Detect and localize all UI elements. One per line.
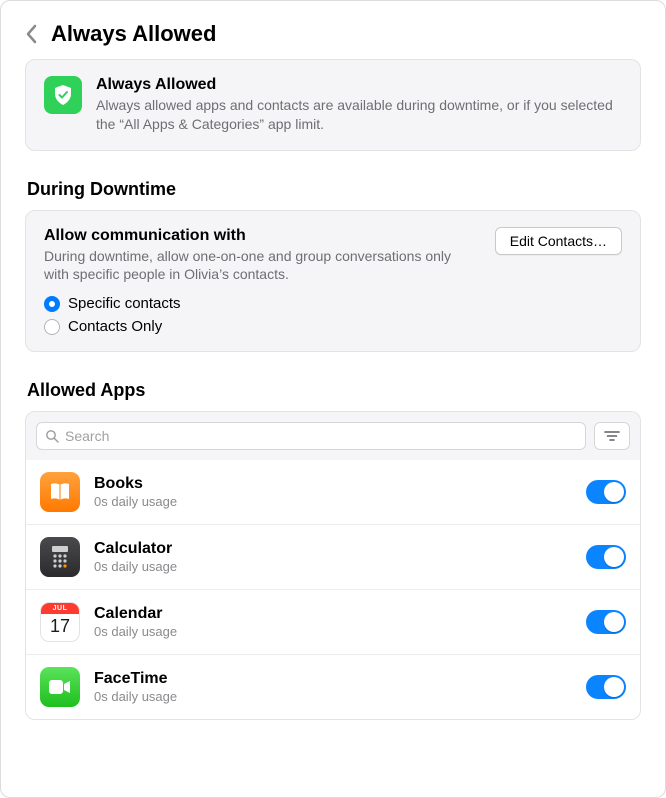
radio-icon <box>44 319 60 335</box>
app-usage: 0s daily usage <box>94 559 572 574</box>
app-row-facetime: FaceTime 0s daily usage <box>26 655 640 719</box>
app-usage: 0s daily usage <box>94 624 572 639</box>
downtime-section-title: During Downtime <box>27 179 641 200</box>
facetime-icon <box>40 667 80 707</box>
books-icon <box>40 472 80 512</box>
app-row-books: Books 0s daily usage <box>26 460 640 525</box>
app-toggle-books[interactable] <box>586 480 626 504</box>
search-icon <box>45 429 59 443</box>
radio-option-specific-contacts[interactable]: Specific contacts <box>44 295 622 312</box>
app-name: FaceTime <box>94 670 572 688</box>
communication-title: Allow communication with <box>44 227 485 245</box>
search-input[interactable] <box>65 428 577 444</box>
calculator-icon <box>40 537 80 577</box>
summary-card: Always Allowed Always allowed apps and c… <box>25 59 641 151</box>
app-toggle-calculator[interactable] <box>586 545 626 569</box>
calendar-month: JUL <box>41 603 79 614</box>
filter-icon <box>604 430 620 442</box>
app-name: Calendar <box>94 605 572 623</box>
app-toggle-calendar[interactable] <box>586 610 626 634</box>
calendar-icon: JUL 17 <box>40 602 80 642</box>
app-usage: 0s daily usage <box>94 689 572 704</box>
app-row-calculator: Calculator 0s daily usage <box>26 525 640 590</box>
communication-description: During downtime, allow one-on-one and gr… <box>44 247 464 283</box>
page-title: Always Allowed <box>51 21 216 47</box>
radio-option-contacts-only[interactable]: Contacts Only <box>44 318 622 335</box>
allowed-apps-section-title: Allowed Apps <box>27 380 641 401</box>
always-allowed-icon <box>44 76 82 114</box>
summary-description: Always allowed apps and contacts are ava… <box>96 96 622 134</box>
radio-icon <box>44 296 60 312</box>
app-toggle-facetime[interactable] <box>586 675 626 699</box>
allowed-apps-card: Books 0s daily usage <box>25 411 641 720</box>
radio-label: Contacts Only <box>68 318 162 335</box>
app-usage: 0s daily usage <box>94 494 572 509</box>
app-name: Books <box>94 475 572 493</box>
edit-contacts-button[interactable]: Edit Contacts… <box>495 227 622 255</box>
search-field[interactable] <box>36 422 586 450</box>
summary-title: Always Allowed <box>96 76 622 94</box>
filter-button[interactable] <box>594 422 630 450</box>
calendar-day: 17 <box>50 616 70 637</box>
app-row-calendar: JUL 17 Calendar 0s daily usage <box>26 590 640 655</box>
radio-label: Specific contacts <box>68 295 181 312</box>
communication-card: Allow communication with During downtime… <box>25 210 641 352</box>
back-button[interactable] <box>25 24 39 44</box>
app-name: Calculator <box>94 540 572 558</box>
